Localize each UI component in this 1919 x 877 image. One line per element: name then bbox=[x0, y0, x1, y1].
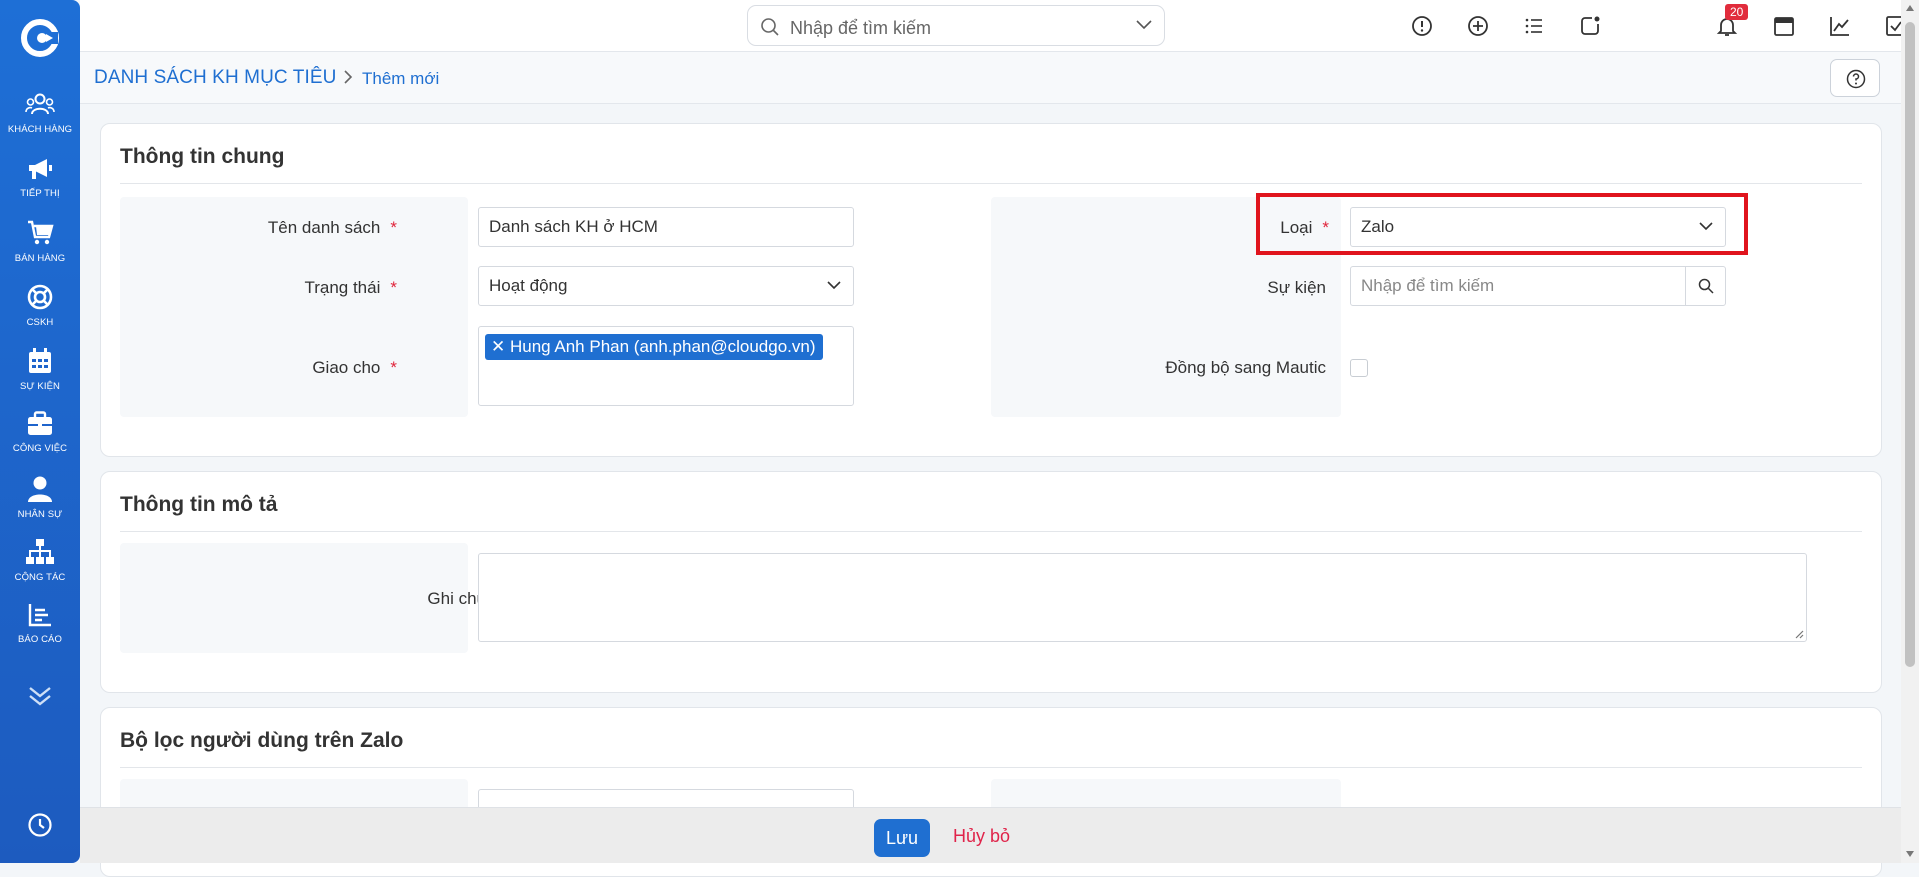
sidebar-item-label: KHÁCH HÀNG bbox=[7, 124, 73, 135]
chat-icon[interactable] bbox=[1578, 14, 1602, 38]
help-icon bbox=[1846, 69, 1866, 89]
chevron-down-icon[interactable] bbox=[1136, 20, 1152, 30]
save-button[interactable]: Lưu bbox=[874, 819, 930, 857]
sync-mautic-checkbox[interactable] bbox=[1350, 359, 1368, 377]
event-placeholder: Nhập để tìm kiếm bbox=[1361, 276, 1495, 295]
list-icon[interactable] bbox=[1522, 14, 1546, 38]
form-footer: Lưu Hủy bỏ bbox=[80, 807, 1901, 863]
breadcrumb: DANH SÁCH KH MỤC TIÊU Thêm mới bbox=[80, 52, 1901, 104]
highlight-box bbox=[1256, 193, 1748, 255]
list-name-input[interactable]: Danh sách KH ở HCM bbox=[478, 207, 854, 247]
chevron-double-down-icon[interactable] bbox=[26, 684, 54, 708]
divider bbox=[120, 767, 1862, 768]
cart-icon bbox=[28, 220, 54, 245]
calendar-icon[interactable] bbox=[1772, 14, 1796, 38]
topbar: Nhập để tìm kiếm 20 bbox=[80, 0, 1906, 52]
sidebar-item-label: CỘNG TÁC bbox=[14, 572, 66, 583]
sidebar-item-hr[interactable]: NHÂN SỰ bbox=[0, 475, 80, 535]
sidebar-item-sales[interactable]: BÁN HÀNG bbox=[0, 219, 80, 279]
divider bbox=[120, 183, 1862, 184]
assignee-tag[interactable]: ✕ Hung Anh Phan (anh.phan@cloudgo.vn) bbox=[485, 334, 823, 360]
history-clock-icon[interactable] bbox=[27, 812, 53, 838]
sync-mautic-label: Đồng bộ sang Mautic bbox=[1165, 358, 1326, 377]
sidebar-item-label: SỰ KIỆN bbox=[20, 381, 60, 392]
megaphone-icon bbox=[29, 159, 52, 179]
assign-multiselect[interactable]: ✕ Hung Anh Phan (anh.phan@cloudgo.vn) bbox=[478, 326, 854, 406]
description-title: Thông tin mô tả bbox=[120, 493, 278, 516]
sidebar-item-label: NHÂN SỰ bbox=[17, 509, 63, 520]
note-textarea[interactable] bbox=[478, 553, 1807, 642]
lifebuoy-icon bbox=[27, 284, 53, 310]
list-name-value: Danh sách KH ở HCM bbox=[489, 217, 658, 236]
event-search-input[interactable]: Nhập để tìm kiếm bbox=[1350, 266, 1726, 306]
event-label: Sự kiện bbox=[1267, 278, 1326, 297]
report-icon bbox=[28, 604, 51, 627]
sidebar-item-collaboration[interactable]: CỘNG TÁC bbox=[0, 538, 80, 598]
sidebar-item-label: CSKH bbox=[26, 317, 54, 328]
assign-label: Giao cho * bbox=[312, 358, 397, 377]
sidebar-item-label: BÁO CÁO bbox=[18, 634, 62, 645]
page-scrollbar[interactable] bbox=[1901, 0, 1919, 863]
label-panel-note bbox=[120, 543, 468, 653]
status-value: Hoạt động bbox=[489, 276, 568, 295]
scroll-up-arrow[interactable] bbox=[1906, 5, 1914, 11]
sidebar-item-events[interactable]: SỰ KIỆN bbox=[0, 347, 80, 407]
sidebar-item-tasks[interactable]: CÔNG VIỆC bbox=[0, 411, 80, 471]
line-chart-icon[interactable] bbox=[1828, 14, 1852, 38]
list-name-label: Tên danh sách * bbox=[267, 218, 397, 237]
breadcrumb-root-link[interactable]: DANH SÁCH KH MỤC TIÊU bbox=[94, 67, 336, 89]
scroll-down-arrow[interactable] bbox=[1906, 851, 1914, 857]
cloudgo-logo-icon[interactable] bbox=[20, 18, 60, 58]
search-placeholder: Nhập để tìm kiếm bbox=[790, 18, 932, 38]
chevron-down-icon bbox=[827, 281, 841, 290]
sidebar-item-customers[interactable]: KHÁCH HÀNG bbox=[0, 92, 80, 152]
sidebar-item-label: BÁN HÀNG bbox=[14, 253, 66, 264]
status-label: Trạng thái * bbox=[304, 278, 397, 297]
alert-circle-icon[interactable] bbox=[1410, 14, 1434, 38]
scroll-thumb[interactable] bbox=[1905, 22, 1915, 667]
briefcase-icon bbox=[28, 411, 52, 435]
status-select[interactable]: Hoạt động bbox=[478, 266, 854, 306]
search-icon bbox=[1698, 278, 1714, 294]
sidebar: KHÁCH HÀNG TIẾP THỊ BÁN HÀNG CSKH SỰ KIỆ… bbox=[0, 0, 80, 863]
description-card: Thông tin mô tả Ghi chú bbox=[100, 471, 1882, 693]
calendar-icon bbox=[29, 348, 51, 373]
global-search-input[interactable]: Nhập để tìm kiếm bbox=[747, 5, 1165, 46]
sidebar-item-support[interactable]: CSKH bbox=[0, 283, 80, 343]
chevron-right-icon bbox=[344, 70, 353, 84]
zalo-filter-title: Bộ lọc người dùng trên Zalo bbox=[120, 729, 404, 752]
event-search-button[interactable] bbox=[1685, 267, 1725, 305]
general-info-title: Thông tin chung bbox=[120, 145, 285, 168]
person-icon bbox=[28, 476, 52, 502]
plus-circle-icon[interactable] bbox=[1466, 14, 1490, 38]
org-chart-icon bbox=[26, 539, 54, 564]
resize-handle-icon[interactable] bbox=[1794, 629, 1804, 639]
breadcrumb-current: Thêm mới bbox=[362, 69, 440, 88]
sidebar-item-label: TIẾP THỊ bbox=[20, 188, 60, 199]
sidebar-item-marketing[interactable]: TIẾP THỊ bbox=[0, 156, 80, 216]
sidebar-item-label: CÔNG VIỆC bbox=[12, 443, 68, 454]
divider bbox=[120, 531, 1862, 532]
cancel-button[interactable]: Hủy bỏ bbox=[953, 826, 1010, 847]
help-button[interactable] bbox=[1830, 59, 1880, 97]
sidebar-item-reports[interactable]: BÁO CÁO bbox=[0, 602, 80, 662]
general-info-card: Thông tin chung Tên danh sách * Danh sách… bbox=[100, 123, 1882, 457]
search-icon bbox=[761, 18, 779, 36]
users-icon bbox=[25, 93, 55, 115]
notification-badge: 20 bbox=[1725, 4, 1749, 20]
